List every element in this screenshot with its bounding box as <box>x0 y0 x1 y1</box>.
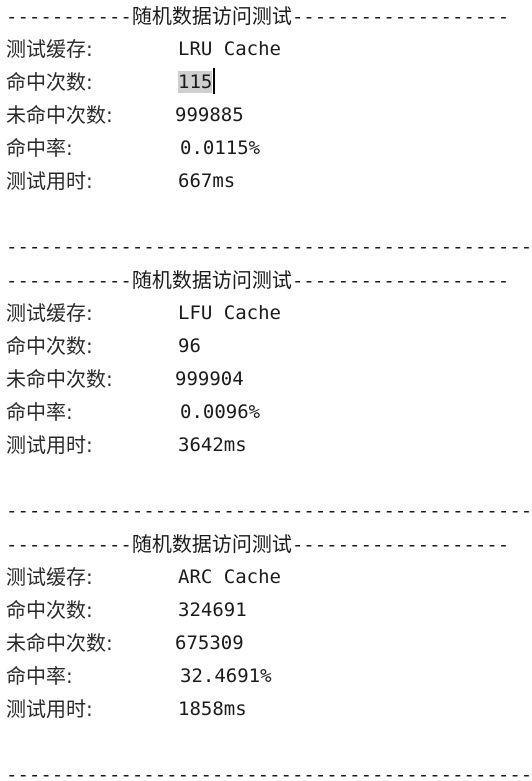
hits-label: 命中次数: <box>6 598 93 622</box>
cache-value: LFU Cache <box>178 302 281 324</box>
console-output: -----------随机数据访问测试------------------- 测… <box>0 0 532 781</box>
time-label: 测试用时: <box>6 697 93 721</box>
hits-row: 命中次数: 324691 <box>6 594 532 627</box>
time-row: 测试用时: 1858ms <box>6 693 532 726</box>
misses-label: 未命中次数: <box>6 367 113 391</box>
cache-row: 测试缓存: LFU Cache <box>6 297 532 330</box>
test-header: -----------随机数据访问测试------------------- <box>6 264 532 297</box>
hits-label: 命中次数: <box>6 70 93 94</box>
time-value: 3642ms <box>178 434 247 456</box>
separator-line: ----------------------------------------… <box>6 500 532 522</box>
hits-value-selected[interactable]: 115 <box>178 71 213 93</box>
cache-value: ARC Cache <box>178 566 281 588</box>
rate-label: 命中率: <box>6 136 73 160</box>
test-title: 随机数据访问测试 <box>131 4 292 28</box>
test-title: 随机数据访问测试 <box>131 532 292 556</box>
hits-label: 命中次数: <box>6 334 93 358</box>
test-header: -----------随机数据访问测试------------------- <box>6 528 532 561</box>
test-title: 随机数据访问测试 <box>131 268 292 292</box>
time-row: 测试用时: 3642ms <box>6 429 532 462</box>
rate-value: 0.0115% <box>180 137 261 159</box>
separator-line: ----------------------------------------… <box>6 764 532 781</box>
cache-row: 测试缓存: LRU Cache <box>6 33 532 66</box>
hits-row: 命中次数: 96 <box>6 330 532 363</box>
rate-label: 命中率: <box>6 664 73 688</box>
time-value: 1858ms <box>178 698 247 720</box>
cache-row: 测试缓存: ARC Cache <box>6 561 532 594</box>
hits-value: 324691 <box>178 599 247 621</box>
hits-value-wrapper[interactable]: 115 <box>178 66 216 99</box>
time-value: 667ms <box>178 170 236 192</box>
rate-label: 命中率: <box>6 400 73 424</box>
rate-value: 0.0096% <box>180 401 261 423</box>
misses-row: 未命中次数: 999904 <box>6 363 532 396</box>
header-dashes-right: ------------------- <box>291 534 510 556</box>
rate-row: 命中率: 32.4691% <box>6 660 532 693</box>
separator-line: ----------------------------------------… <box>6 236 532 258</box>
rate-value: 32.4691% <box>180 665 272 687</box>
time-label: 测试用时: <box>6 433 93 457</box>
misses-row: 未命中次数: 675309 <box>6 627 532 660</box>
header-dashes-left: ----------- <box>6 270 132 292</box>
misses-value: 675309 <box>175 632 244 654</box>
misses-value: 999904 <box>175 368 244 390</box>
rate-row: 命中率: 0.0096% <box>6 396 532 429</box>
misses-value: 999885 <box>175 104 244 126</box>
header-dashes-left: ----------- <box>6 534 132 556</box>
misses-row: 未命中次数: 999885 <box>6 99 532 132</box>
cache-label: 测试缓存: <box>6 37 93 61</box>
time-label: 测试用时: <box>6 169 93 193</box>
cache-label: 测试缓存: <box>6 301 93 325</box>
time-row: 测试用时: 667ms <box>6 165 532 198</box>
rate-row: 命中率: 0.0115% <box>6 132 532 165</box>
misses-label: 未命中次数: <box>6 631 113 655</box>
header-dashes-right: ------------------- <box>291 270 510 292</box>
cache-value: LRU Cache <box>178 38 281 60</box>
hits-value: 96 <box>178 335 201 357</box>
hits-row: 命中次数: 115 <box>6 66 532 99</box>
cache-label: 测试缓存: <box>6 565 93 589</box>
header-dashes-right: ------------------- <box>291 6 510 28</box>
text-cursor <box>213 67 216 94</box>
header-dashes-left: ----------- <box>6 6 132 28</box>
misses-label: 未命中次数: <box>6 103 113 127</box>
test-header: -----------随机数据访问测试------------------- <box>6 0 532 33</box>
